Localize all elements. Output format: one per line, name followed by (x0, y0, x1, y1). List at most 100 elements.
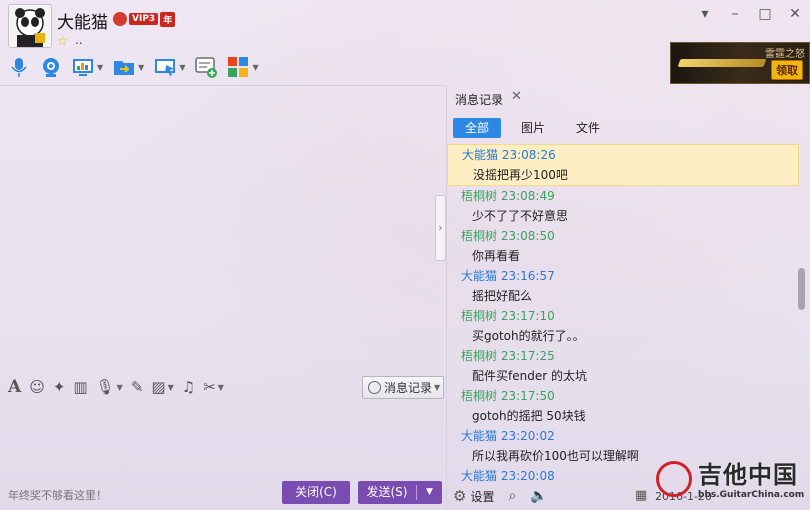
video-call-icon (40, 56, 62, 78)
message-text: 没摇把再少100吧 (473, 168, 568, 182)
magic-icon[interactable]: ✦ (53, 376, 66, 398)
list-item[interactable]: 大能猫 23:16:57 摇把好配么 (447, 266, 799, 306)
message-add-icon (195, 56, 218, 78)
sender-name: 梧桐树 (461, 349, 498, 363)
dagger-icon (677, 59, 767, 67)
calendar-icon[interactable]: ▦ (635, 488, 647, 503)
ad-title: 雷霆之怒 (765, 49, 805, 60)
message-input[interactable] (0, 401, 445, 474)
guitar-logo-icon (656, 461, 692, 497)
filter-all[interactable]: 全部 (453, 118, 502, 138)
chevron-down-icon[interactable]: ▼ (179, 63, 185, 72)
contact-signature: .. (75, 33, 83, 47)
collapse-panel-handle[interactable]: › (435, 195, 446, 261)
emoji-icon[interactable]: ☺ (29, 376, 45, 398)
history-scrollbar[interactable] (798, 268, 805, 310)
minimize-button[interactable]: – (720, 4, 750, 24)
clock-icon (368, 381, 381, 394)
contact-avatar[interactable] (8, 4, 52, 48)
watermark-brand: 吉他中国 (698, 461, 798, 489)
message-text: 买gotoh的就行了。。 (472, 329, 585, 343)
message-time: 23:17:25 (500, 349, 555, 363)
send-file-button[interactable]: ▼ (113, 54, 144, 80)
contact-name[interactable]: 大能猫 (57, 8, 108, 33)
promo-hint-link[interactable]: 年终奖不够看这里！ (8, 487, 107, 503)
chevron-down-icon[interactable]: ▼ (117, 383, 123, 392)
message-time: 23:17:50 (500, 389, 555, 403)
chevron-down-icon[interactable]: ▼ (168, 383, 174, 392)
screen-share-icon (154, 56, 176, 78)
star-icon[interactable]: ☆ (57, 34, 68, 48)
edit-icon[interactable]: ✎ (131, 376, 144, 398)
voice-call-button[interactable] (8, 54, 30, 80)
message-time: 23:08:26 (501, 148, 556, 162)
list-item[interactable]: 梧桐树 23:17:25 配件买fender 的太坑 (447, 346, 799, 386)
sender-name: 梧桐树 (461, 309, 498, 323)
tab-message-history[interactable]: 消息记录 (455, 91, 503, 108)
send-file-icon (113, 56, 135, 78)
send-options-chevron-icon[interactable]: ▼ (417, 481, 442, 504)
list-item[interactable]: 大能猫 23:08:26 没摇把再少100吧 (447, 144, 799, 186)
message-text: 少不了了不好意思 (472, 209, 569, 223)
video-call-button[interactable] (40, 54, 62, 80)
send-label[interactable]: 发送(S) (358, 481, 416, 504)
chevron-down-icon[interactable]: ▼ (252, 63, 258, 72)
call-toolbar: ▼ ▼ ▼ ▼ (8, 54, 269, 80)
sender-name: 大能猫 (462, 148, 499, 162)
message-time: 23:17:10 (500, 309, 555, 323)
message-time: 23:08:50 (500, 229, 555, 243)
sender-name: 梧桐树 (461, 189, 498, 203)
font-icon[interactable]: A (8, 376, 21, 398)
search-icon[interactable]: ⌕ (508, 488, 516, 504)
sender-name: 大能猫 (461, 469, 498, 482)
vip-level: VIP3 (129, 13, 159, 25)
message-history-button[interactable]: 消息记录 ▼ (362, 376, 444, 399)
send-button[interactable]: 发送(S) ▼ (358, 481, 442, 504)
list-item[interactable]: 梧桐树 23:08:50 你再看看 (447, 226, 799, 266)
remote-desktop-button[interactable]: ▼ (72, 54, 103, 80)
message-display-area[interactable] (0, 85, 445, 373)
message-history-list[interactable]: 大能猫 23:08:26 没摇把再少100吧 梧桐树 23:08:49 少不了了… (447, 144, 799, 482)
message-time: 23:08:49 (500, 189, 555, 203)
settings-button[interactable]: 设置 (470, 488, 494, 505)
list-item[interactable]: 梧桐树 23:17:10 买gotoh的就行了。。 (447, 306, 799, 346)
list-item[interactable]: 梧桐树 23:17:50 gotoh的摇把 50块钱 (447, 386, 799, 426)
chat-header: 大能猫 VIP3 年 ☆ .. ▾ – □ ✕ ▼ ▼ ▼ ▼ 雷霆之怒 领取 (0, 0, 810, 85)
watermark-url: bbs.GuitarChina.com (698, 490, 805, 500)
skin-icon[interactable]: ▾ (690, 4, 720, 24)
message-time: 23:20:08 (500, 469, 555, 482)
chevron-down-icon[interactable]: ▼ (218, 383, 224, 392)
message-add-button[interactable] (195, 54, 218, 80)
speaker-icon[interactable]: 🔈 (530, 488, 547, 504)
history-panel: 消息记录 ✕ 全部 图片 文件 大能猫 23:08:26 没摇把再少100吧 梧… (446, 85, 810, 510)
scissors-icon[interactable]: ✂ ▼ (203, 376, 224, 398)
voice-icon[interactable]: 🎙 ▼ (96, 376, 123, 398)
list-item[interactable]: 梧桐树 23:08:49 少不了了不好意思 (447, 186, 799, 226)
filter-files[interactable]: 文件 (564, 118, 612, 138)
music-icon[interactable]: ♫ (182, 376, 195, 398)
gif-icon[interactable]: ▥ (73, 376, 87, 398)
close-window-button[interactable]: ✕ (780, 4, 810, 24)
bottom-bar: 年终奖不够看这里！ 关闭(C) 发送(S) ▼ (0, 474, 445, 510)
close-chat-button[interactable]: 关闭(C) (282, 481, 350, 504)
message-text: 你再看看 (472, 249, 521, 263)
filter-images[interactable]: 图片 (509, 118, 557, 138)
message-time: 23:20:02 (500, 429, 555, 443)
screen-share-button[interactable]: ▼ (154, 54, 185, 80)
mic-icon (8, 56, 30, 78)
maximize-button[interactable]: □ (750, 4, 780, 24)
chevron-down-icon[interactable]: ▼ (138, 63, 144, 72)
image-icon[interactable]: ▨ ▼ (151, 376, 173, 398)
close-tab-icon[interactable]: ✕ (511, 89, 522, 104)
sender-name: 大能猫 (461, 269, 498, 283)
chevron-down-icon[interactable]: ▼ (434, 383, 440, 392)
apps-button[interactable]: ▼ (227, 54, 259, 80)
vip-badge[interactable]: VIP3 年 (113, 11, 176, 27)
sender-name: 大能猫 (461, 429, 498, 443)
message-text: gotoh的摇把 50块钱 (472, 409, 586, 423)
chevron-down-icon[interactable]: ▼ (97, 63, 103, 72)
ad-claim-button[interactable]: 领取 (771, 60, 803, 80)
game-ad-banner[interactable]: 雷霆之怒 领取 (670, 42, 810, 84)
gear-icon[interactable]: ⚙ (453, 487, 466, 505)
window-controls: ▾ – □ ✕ (690, 4, 810, 24)
